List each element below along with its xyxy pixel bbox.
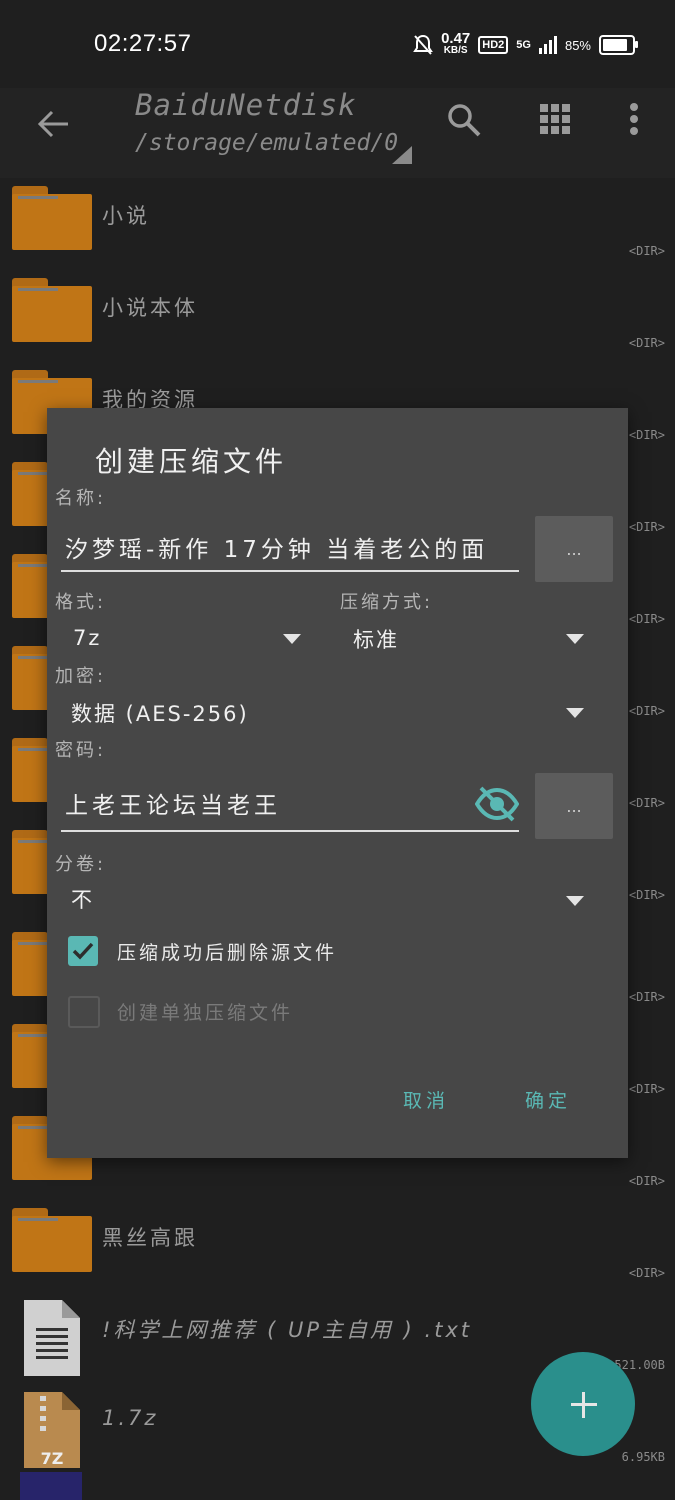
name-underline [61,570,519,572]
hd-badge-icon: HD2 [478,36,509,54]
file-meta: <DIR> [628,428,665,442]
file-name: 黑丝高跟 [102,1226,198,1250]
battery-icon [599,35,638,55]
svg-text:7Z: 7Z [41,1449,64,1468]
password-options-button[interactable]: ... [535,773,613,839]
status-icons: 0.47 KB/S HD2 5G 85% [413,30,638,60]
method-label: 压缩方式: [340,592,434,613]
split-dropdown-icon[interactable] [566,896,584,906]
file-icon-partial [20,1472,82,1500]
create-archive-dialog: 创建压缩文件 名称: 汐梦瑶-新作 17分钟 当着老公的面 ... 格式: 7z… [47,408,628,1158]
delete-source-checkbox[interactable] [68,936,98,966]
back-arrow-icon[interactable] [36,106,72,142]
app-bar: BaiduNetdisk /storage/emulated/0 [0,88,675,178]
separate-archive-checkbox[interactable] [68,996,100,1028]
file-meta: <DIR> [628,612,665,626]
file-meta: <DIR> [628,520,665,534]
status-bar: 02:27:57 0.47 KB/S HD2 5G 85% [0,0,675,88]
file-meta: <DIR> [628,244,665,258]
format-select[interactable]: 7z [73,626,101,650]
format-dropdown-icon[interactable] [283,634,301,644]
browse-name-button[interactable]: ... [535,516,613,582]
split-label: 分卷: [55,854,107,875]
file-meta: <DIR> [628,1082,665,1096]
mute-bell-icon [413,34,433,55]
list-item[interactable]: 小说本体 <DIR> [0,270,675,362]
archive-name-input[interactable]: 汐梦瑶-新作 17分钟 当着老公的面 [65,530,521,564]
signal-icon [538,36,557,54]
file-meta: <DIR> [628,888,665,902]
method-select[interactable]: 标准 [353,624,399,654]
encrypt-label: 加密: [55,666,107,687]
grid-view-icon[interactable] [538,102,572,136]
file-meta: <DIR> [628,1174,665,1188]
7z-archive-icon: 7Z [24,1392,80,1468]
visibility-off-icon[interactable] [475,784,519,824]
file-meta: <DIR> [628,704,665,718]
encrypt-dropdown-icon[interactable] [566,708,584,718]
folder-icon [12,186,92,250]
password-input[interactable]: 上老王论坛当老王 [65,786,465,820]
split-select[interactable]: 不 [71,884,94,914]
app-title[interactable]: BaiduNetdisk [135,88,357,122]
file-name: 1.7z [102,1406,159,1430]
file-name: 小说本体 [102,296,198,320]
file-meta: <DIR> [628,796,665,810]
search-icon[interactable] [446,102,482,138]
password-label: 密码: [55,740,107,761]
file-name: !科学上网推荐 ( UP主自用 ) .txt [102,1318,473,1342]
list-item[interactable]: 黑丝高跟 <DIR> [0,1200,675,1292]
folder-icon [12,278,92,342]
battery-percent: 85% [564,37,591,53]
path-label[interactable]: /storage/emulated/0 [135,130,398,156]
format-label: 格式: [55,592,107,613]
ok-button[interactable]: 确定 [525,1086,571,1113]
file-name: 小说 [102,204,150,228]
checkmark-icon [72,942,94,960]
net-type: 5G [516,39,531,51]
add-fab-button[interactable] [531,1352,635,1456]
folder-icon [12,1208,92,1272]
text-file-icon [24,1300,80,1376]
more-options-icon[interactable] [620,102,648,138]
name-label: 名称: [55,488,107,509]
list-item[interactable]: 小说 <DIR> [0,178,675,270]
delete-source-label[interactable]: 压缩成功后删除源文件 [117,938,337,965]
status-time: 02:27:57 [94,30,192,57]
file-meta: <DIR> [628,990,665,1004]
dialog-title: 创建压缩文件 [95,445,288,478]
encrypt-select[interactable]: 数据 (AES-256) [71,698,249,728]
file-meta: <DIR> [628,336,665,350]
separate-archive-label[interactable]: 创建单独压缩文件 [117,998,293,1025]
file-meta: 6.95KB [621,1450,665,1464]
method-dropdown-icon[interactable] [566,634,584,644]
password-underline [61,830,519,832]
cancel-button[interactable]: 取消 [403,1086,449,1113]
net-speed: 0.47 KB/S [441,30,471,56]
file-meta: <DIR> [628,1266,665,1280]
path-dropdown-icon[interactable] [392,146,412,164]
